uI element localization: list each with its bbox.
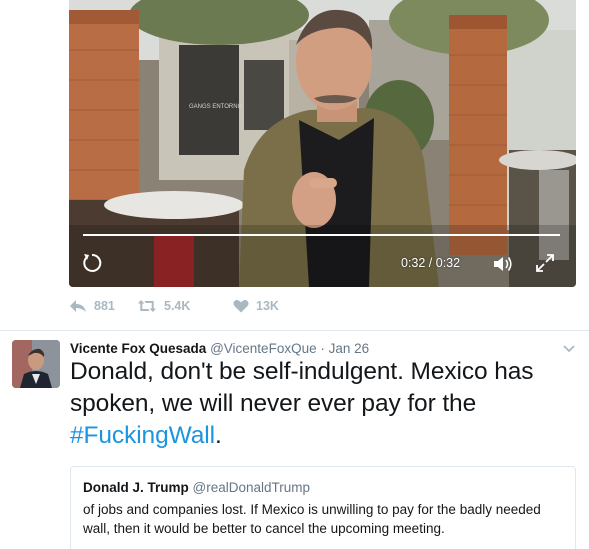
retweet-icon	[138, 300, 156, 312]
video-progress-fill	[83, 234, 560, 236]
quoted-tweet-header: Donald J. Trump @realDonaldTrump	[83, 480, 310, 495]
video-player[interactable]: GANGS ENTORNO 0:32 / 0:32	[69, 0, 576, 287]
avatar[interactable]	[12, 340, 60, 388]
reply-icon	[70, 300, 86, 312]
scene-sign: GANGS ENTORNO	[189, 104, 243, 110]
reply-count: 881	[94, 299, 115, 313]
author-name[interactable]: Vicente Fox Quesada	[70, 341, 206, 356]
tweet-date[interactable]: Jan 26	[329, 341, 370, 356]
chevron-down-icon[interactable]	[562, 341, 576, 355]
author-handle[interactable]: @VicenteFoxQue	[210, 341, 317, 356]
quoted-author-name: Donald J. Trump	[83, 480, 189, 495]
video-time-display: 0:32 / 0:32	[401, 256, 461, 270]
tweet-text-end: .	[214, 422, 222, 449]
tweet-divider	[0, 330, 589, 331]
fullscreen-icon[interactable]	[535, 253, 555, 273]
like-count: 13K	[256, 299, 279, 313]
quoted-author-handle: @realDonaldTrump	[192, 480, 311, 495]
retweet-button[interactable]: 5.4K	[137, 296, 190, 316]
retweet-count: 5.4K	[164, 299, 191, 313]
tweet-actions: 881 5.4K 13K	[69, 296, 369, 316]
tweet-text: Donald, don't be self-indulgent. Mexico …	[70, 356, 580, 452]
reply-button[interactable]: 881	[69, 296, 115, 316]
like-button[interactable]: 13K	[233, 296, 279, 316]
replay-icon[interactable]	[81, 252, 103, 274]
video-progress-bar[interactable]	[83, 234, 560, 236]
header-separator: ·	[320, 341, 325, 356]
volume-icon[interactable]	[492, 254, 514, 274]
quoted-tweet[interactable]: Donald J. Trump @realDonaldTrump of jobs…	[70, 466, 576, 549]
quoted-tweet-text: of jobs and companies lost. If Mexico is…	[83, 502, 541, 536]
video-frame: GANGS ENTORNO	[69, 0, 576, 287]
tweet-body: Donald, don't be self-indulgent. Mexico …	[70, 358, 534, 417]
like-icon	[233, 300, 249, 313]
hashtag-link[interactable]: #FuckingWall	[70, 422, 215, 449]
